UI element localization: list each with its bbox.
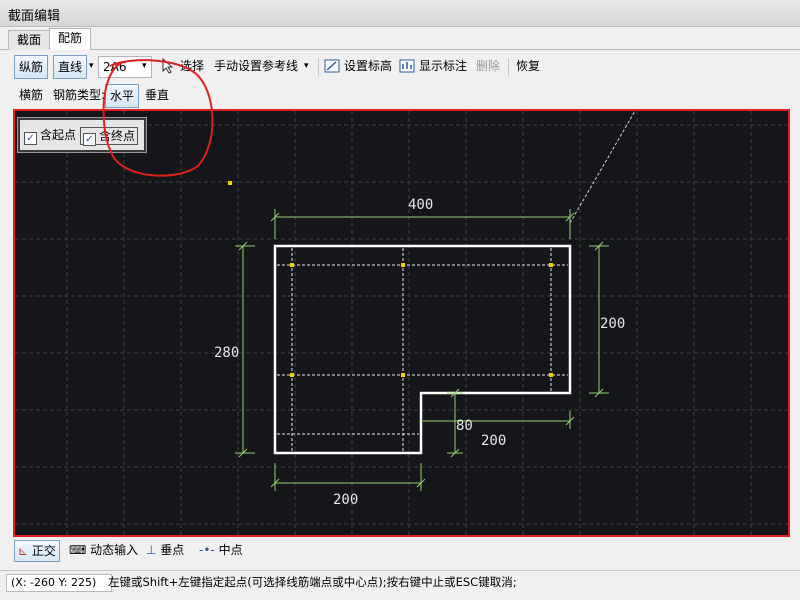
midpoint-snap-toggle[interactable]: -•- 中点 — [199, 540, 243, 560]
cursor-snap-point — [228, 181, 232, 185]
separator — [508, 58, 509, 76]
dim-left-label: 280 — [214, 345, 239, 361]
rebar-type-label: 钢筋类型: — [53, 88, 106, 102]
check-icon: ✓ — [83, 133, 96, 146]
restore-button[interactable]: 恢复 — [516, 55, 540, 77]
include-end-label: 含终点 — [99, 129, 136, 143]
rebar-spec-dropdown-icon[interactable]: ▾ — [142, 55, 147, 77]
ortho-label: 正交 — [31, 544, 56, 558]
dim-step-height-label: 80 — [456, 418, 473, 434]
rebar-points — [228, 181, 553, 377]
check-icon: ✓ — [24, 132, 37, 145]
show-dimensions-icon — [399, 59, 415, 73]
vertical-button[interactable]: 垂直 — [145, 84, 169, 106]
dim-right-label: 200 — [600, 316, 625, 332]
dim-bottom-label: 200 — [333, 492, 358, 508]
midpoint-label: 中点 — [218, 543, 243, 557]
dim-step-width-label: 200 — [481, 433, 506, 449]
rebar-point[interactable] — [401, 263, 405, 267]
separator — [318, 58, 319, 76]
status-message: 左键或Shift+左键指定起点(可选择线筋端点或中心点);按右键中止或ESC键取… — [108, 575, 517, 589]
grid — [15, 111, 788, 535]
section-outline[interactable] — [273, 244, 572, 455]
ortho-toggle[interactable]: ⊾ 正交 — [14, 540, 60, 562]
keyboard-icon: ⌨ — [69, 543, 87, 557]
perpendicular-snap-toggle[interactable]: ⊥ 垂点 — [146, 540, 184, 560]
set-elevation-button[interactable]: 设置标高 — [344, 55, 392, 77]
delete-button[interactable]: 删除 — [476, 55, 500, 77]
select-cursor-icon — [162, 58, 174, 74]
midpoint-icon: -•- — [199, 543, 215, 557]
title-bar: 截面编辑 — [0, 0, 800, 27]
horizontal-button[interactable]: 水平 — [105, 84, 140, 108]
section-drawing[interactable]: 400 200 280 200 80 200 — [15, 111, 788, 535]
manual-reference-dropdown-icon[interactable]: ▾ — [304, 55, 309, 77]
rebar-point[interactable] — [549, 263, 553, 267]
include-start-label: 含起点 — [40, 128, 77, 142]
rebar-point[interactable] — [290, 263, 294, 267]
cursor-coordinates: (X: -260 Y: 225) — [6, 574, 112, 592]
transverse-rebar-button[interactable]: 横筋 — [19, 84, 43, 106]
snap-toolbar: ⊾ 正交 ⌨ 动态输入 ⊥ 垂点 -•- 中点 — [13, 539, 800, 562]
window-title: 截面编辑 — [8, 9, 61, 24]
tab-strip: 截面 配筋 — [0, 27, 800, 50]
drawing-canvas[interactable]: 400 200 280 200 80 200 — [13, 109, 790, 537]
line-mode-dropdown-icon[interactable]: ▾ — [89, 55, 94, 77]
toolbar-secondary: 横筋 钢筋类型: 水平 垂直 — [0, 82, 800, 108]
tab-reinforcement[interactable]: 配筋 — [49, 28, 92, 50]
include-start-checkbox[interactable]: ✓ 含起点 — [24, 127, 77, 145]
point-options-panel: ✓ 含起点 ✓ 含终点 — [17, 117, 147, 153]
dynamic-input-toggle[interactable]: ⌨ 动态输入 — [69, 540, 138, 560]
include-end-checkbox[interactable]: ✓ 含终点 — [80, 127, 139, 146]
rebar-point[interactable] — [290, 373, 294, 377]
show-dimensions-button[interactable]: 显示标注 — [419, 55, 467, 77]
line-mode-button[interactable]: 直线 — [53, 55, 88, 79]
elevation-icon — [324, 59, 340, 73]
rebar-spec-value: 2A6 — [103, 60, 127, 74]
rebar-point[interactable] — [549, 373, 553, 377]
toolbar-main: 纵筋 直线 ▾ 2A6 ▾ 选择 手动设置参考线 ▾ 设置标高 显示标注 删除 … — [0, 50, 800, 82]
tab-section[interactable]: 截面 — [8, 30, 51, 50]
manual-reference-line-button[interactable]: 手动设置参考线 — [214, 55, 298, 77]
longitudinal-rebar-button[interactable]: 纵筋 — [14, 55, 49, 79]
dim-top-label: 400 — [408, 197, 433, 213]
ortho-icon: ⊾ — [18, 544, 29, 558]
perpendicular-icon: ⊥ — [146, 543, 157, 557]
select-button[interactable]: 选择 — [180, 55, 204, 77]
dynamic-input-label: 动态输入 — [90, 543, 139, 557]
status-bar: (X: -260 Y: 225) 左键或Shift+左键指定起点(可选择线筋端点… — [0, 570, 800, 593]
rebar-point[interactable] — [401, 373, 405, 377]
perpendicular-label: 垂点 — [160, 543, 185, 557]
